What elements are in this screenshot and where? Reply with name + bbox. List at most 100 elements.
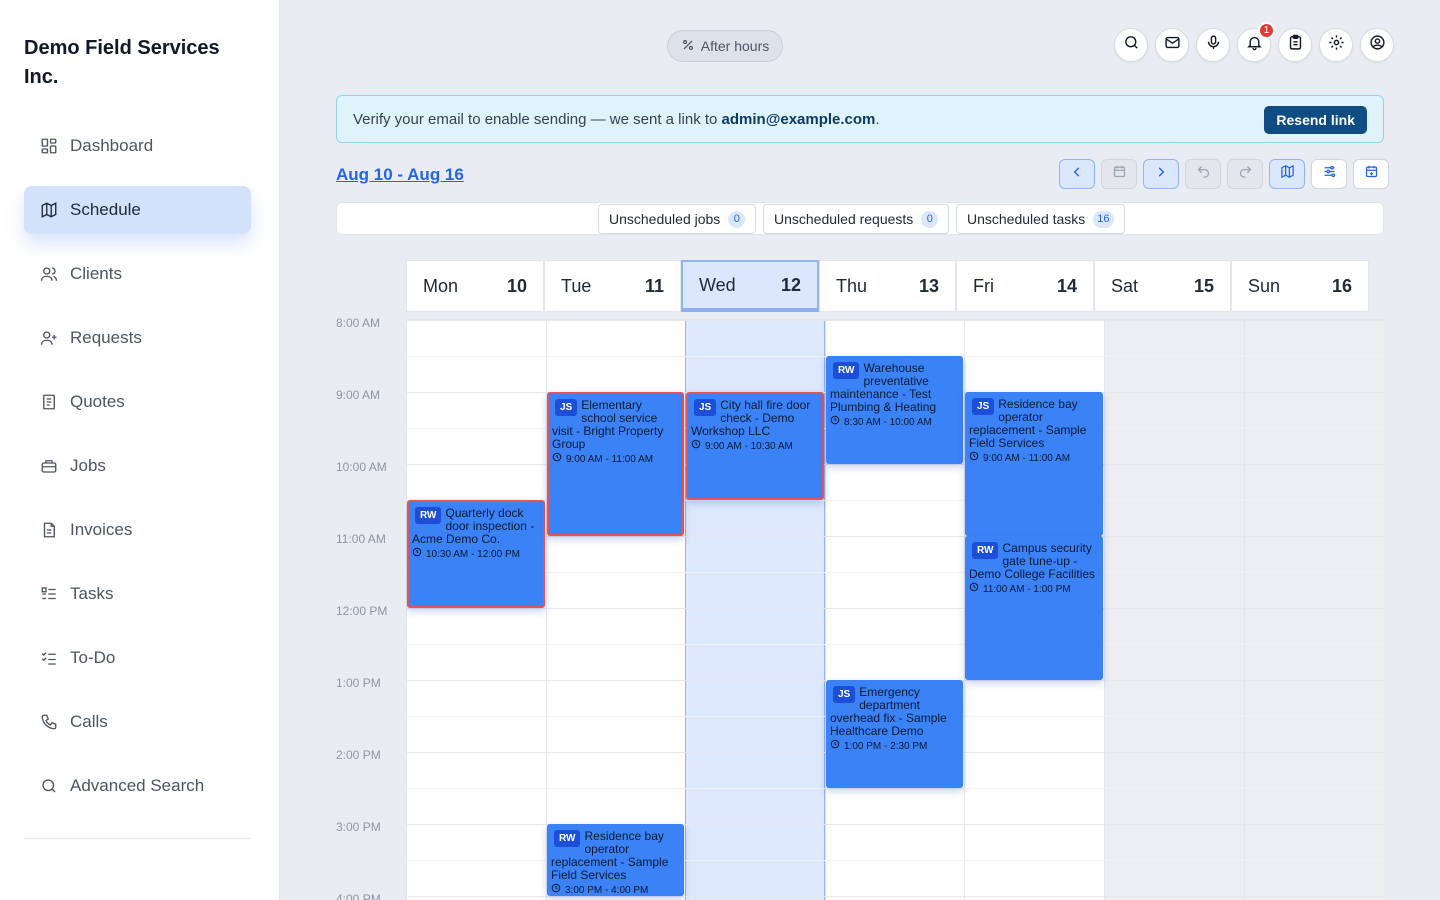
- account-button[interactable]: [1360, 28, 1394, 62]
- count-badge: 16: [1093, 210, 1114, 228]
- tab-label: Unscheduled jobs: [609, 211, 721, 227]
- grid-line: [406, 608, 1384, 609]
- map-icon: [40, 201, 58, 219]
- today-button[interactable]: [1101, 159, 1137, 189]
- calendar-event[interactable]: RW Quarterly dock door inspection - Acme …: [407, 500, 545, 608]
- search-button[interactable]: [1114, 28, 1148, 62]
- day-number: 16: [1331, 275, 1352, 296]
- clock-icon: [830, 415, 840, 429]
- previous-week-button[interactable]: [1059, 159, 1095, 189]
- add-event-button[interactable]: [1353, 159, 1389, 189]
- day-column-mon[interactable]: [406, 320, 546, 900]
- undo-button[interactable]: [1185, 159, 1221, 189]
- filter-button[interactable]: [1311, 159, 1347, 189]
- day-name: Fri: [973, 275, 994, 296]
- time-label: 9:00 AM: [336, 388, 381, 402]
- company-name: Demo Field Services Inc.: [24, 37, 220, 88]
- sidebar-item-tasks[interactable]: Tasks: [24, 570, 251, 618]
- week-range-link[interactable]: Aug 10 - Aug 16: [336, 165, 464, 185]
- sidebar-item-jobs[interactable]: Jobs: [24, 442, 251, 490]
- calendar-grid[interactable]: RW Quarterly dock door inspection - Acme …: [406, 319, 1384, 900]
- document-icon: [40, 393, 58, 411]
- day-header-thu[interactable]: Thu 13: [819, 260, 956, 312]
- assignee-badge: RW: [972, 542, 999, 559]
- time-label: 3:00 PM: [336, 820, 381, 834]
- mail-button[interactable]: [1155, 28, 1189, 62]
- sidebar-item-requests[interactable]: Requests: [24, 314, 251, 362]
- calendar-event[interactable]: RW Warehouse preventative maintenance - T…: [826, 356, 963, 464]
- checklist-icon: [40, 649, 58, 667]
- sidebar-item-invoices[interactable]: Invoices: [24, 506, 251, 554]
- top-action-bar: 1: [1114, 22, 1394, 62]
- event-time-text: 8:30 AM - 10:00 AM: [844, 416, 932, 428]
- mail-icon: [1164, 34, 1181, 56]
- redo-icon: [1238, 164, 1253, 184]
- time-label: 10:00 AM: [336, 460, 387, 474]
- day-header-tue[interactable]: Tue 11: [544, 260, 681, 312]
- notifications-button[interactable]: 1: [1237, 22, 1275, 62]
- day-name: Mon: [423, 275, 459, 296]
- users-icon: [40, 265, 58, 283]
- day-header-wed[interactable]: Wed 12: [681, 260, 819, 312]
- day-header-mon[interactable]: Mon 10: [406, 260, 544, 312]
- sidebar-item-schedule[interactable]: Schedule: [24, 186, 251, 234]
- banner-email: admin@example.com: [721, 110, 876, 128]
- microphone-icon: [1205, 34, 1222, 56]
- sidebar-item-label: Requests: [70, 328, 142, 347]
- clock-icon: [830, 739, 840, 753]
- list-icon: [40, 585, 58, 603]
- sidebar-item-clients[interactable]: Clients: [24, 250, 251, 298]
- next-week-button[interactable]: [1143, 159, 1179, 189]
- day-header-fri[interactable]: Fri 14: [956, 260, 1094, 312]
- banner-message: Verify your email to enable sending — we…: [353, 110, 722, 128]
- calendar-toolbar: [1059, 159, 1389, 189]
- sidebar-item-label: Tasks: [70, 584, 114, 603]
- clock-icon: [412, 547, 422, 561]
- sidebar-item-todo[interactable]: To-Do: [24, 634, 251, 682]
- calendar-event[interactable]: RW Campus security gate tune-up - Demo Co…: [965, 536, 1103, 680]
- event-time: 9:00 AM - 10:30 AM: [691, 439, 819, 453]
- day-number: 10: [506, 275, 527, 296]
- event-time: 8:30 AM - 10:00 AM: [830, 415, 959, 429]
- time-label: 12:00 PM: [336, 604, 388, 618]
- sidebar-item-dashboard[interactable]: Dashboard: [24, 122, 251, 170]
- verify-email-banner: Verify your email to enable sending — we…: [336, 95, 1384, 143]
- calendar-event[interactable]: JS Residence bay operator replacement - S…: [965, 392, 1103, 536]
- grid-line: [406, 572, 1384, 573]
- chevron-right-icon: [1154, 165, 1168, 184]
- redo-button[interactable]: [1227, 159, 1263, 189]
- voice-button[interactable]: [1196, 28, 1230, 62]
- unscheduled-requests-tab[interactable]: Unscheduled requests 0: [763, 204, 950, 234]
- sidebar-item-quotes[interactable]: Quotes: [24, 378, 251, 426]
- day-column-sun[interactable]: [1244, 320, 1384, 900]
- grid-line: [406, 320, 1384, 321]
- clipboard-button[interactable]: [1278, 28, 1312, 62]
- search-icon: [1123, 34, 1140, 56]
- time-label: 8:00 AM: [336, 316, 381, 330]
- sidebar-item-advanced-search[interactable]: Advanced Search: [24, 762, 251, 810]
- banner-text: Verify your email to enable sending — we…: [353, 111, 880, 128]
- unscheduled-jobs-tab[interactable]: Unscheduled jobs 0: [598, 204, 757, 234]
- calendar-event[interactable]: JS Elementary school service visit - Brig…: [547, 392, 684, 536]
- event-time: 3:00 PM - 4:00 PM: [551, 883, 680, 896]
- calendar-event[interactable]: JS City hall fire door check - Demo Works…: [686, 392, 824, 500]
- day-header-sun[interactable]: Sun 16: [1231, 260, 1369, 312]
- day-header-sat[interactable]: Sat 15: [1094, 260, 1231, 312]
- settings-button[interactable]: [1319, 28, 1353, 62]
- sidebar-item-label: Jobs: [70, 456, 106, 475]
- resend-link-button[interactable]: Resend link: [1264, 106, 1367, 134]
- user-circle-icon: [1369, 34, 1386, 56]
- sidebar-item-calls[interactable]: Calls: [24, 698, 251, 746]
- event-time-text: 9:00 AM - 10:30 AM: [705, 440, 793, 452]
- assignee-badge: JS: [972, 398, 995, 415]
- day-column-sat[interactable]: [1104, 320, 1244, 900]
- map-view-button[interactable]: [1269, 159, 1305, 189]
- calendar-event[interactable]: RW Residence bay operator replacement - S…: [547, 824, 684, 896]
- clock-icon: [551, 883, 561, 896]
- event-time: 11:00 AM - 1:00 PM: [969, 582, 1099, 596]
- unscheduled-tasks-tab[interactable]: Unscheduled tasks 16: [956, 204, 1125, 234]
- day-name: Sun: [1248, 275, 1281, 296]
- event-time-text: 9:00 AM - 11:00 AM: [566, 453, 654, 465]
- calendar-event[interactable]: JS Emergency department overhead fix - Sa…: [826, 680, 963, 788]
- after-hours-toggle[interactable]: After hours: [667, 30, 783, 62]
